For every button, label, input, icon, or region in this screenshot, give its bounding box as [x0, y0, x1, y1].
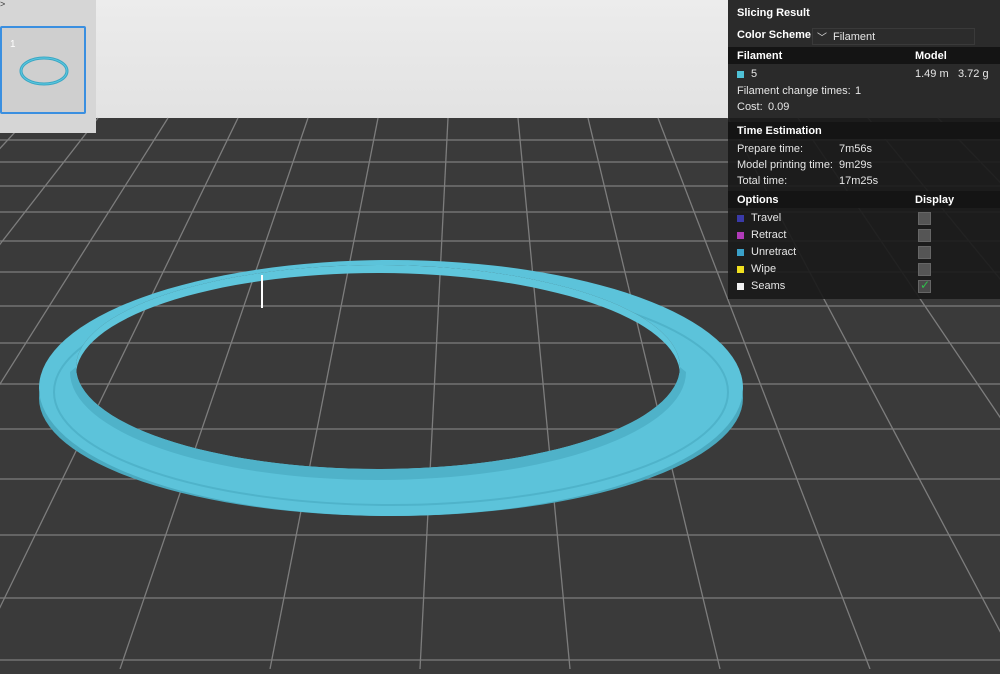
- option-row-wipe: Wipe: [728, 261, 1000, 278]
- travel-color-swatch: [737, 215, 744, 222]
- option-label-retract: Retract: [751, 229, 787, 241]
- unretract-display-checkbox[interactable]: [918, 246, 931, 259]
- cost-label: Cost:: [737, 101, 763, 113]
- checkmark-icon: ✓: [920, 278, 931, 292]
- filament-change-row: Filament change times: 1: [728, 83, 1000, 100]
- time-estimation-header-row: Time Estimation: [728, 122, 1000, 139]
- color-scheme-select[interactable]: ﹀ Filament: [812, 28, 975, 45]
- seams-display-checkbox[interactable]: ✓: [918, 278, 931, 293]
- option-row-unretract: Unretract: [728, 244, 1000, 261]
- time-estimation-header: Time Estimation: [737, 125, 822, 137]
- color-scheme-value: Filament: [833, 31, 876, 43]
- seams-color-swatch: [737, 283, 744, 290]
- color-scheme-label: Color Scheme: [737, 29, 811, 41]
- model-header: Model: [915, 50, 947, 62]
- option-label-unretract: Unretract: [751, 246, 797, 258]
- options-header-row: Options Display: [728, 191, 1000, 208]
- option-row-travel: Travel: [728, 210, 1000, 227]
- option-label-wipe: Wipe: [751, 263, 777, 275]
- wipe-display-checkbox[interactable]: [918, 263, 931, 276]
- filament-header-row: Filament Model: [728, 47, 1000, 64]
- plate-number: 1: [10, 39, 16, 50]
- wipe-color-swatch: [737, 266, 744, 273]
- chevron-down-icon: ﹀: [817, 33, 827, 44]
- filament-change-label: Filament change times:: [737, 85, 851, 97]
- slicing-result-panel: Slicing Result Color Scheme ﹀ Filament F…: [728, 0, 1000, 299]
- prepare-time-value: 7m56s: [839, 143, 873, 155]
- filament-change-value: 1: [855, 85, 862, 97]
- total-time-value: 17m25s: [839, 175, 879, 187]
- panel-title-row: Slicing Result: [728, 4, 1000, 21]
- option-label-seams: Seams: [751, 280, 786, 292]
- prepare-time-label: Prepare time:: [737, 143, 804, 155]
- filament-length: 1.49 m: [915, 68, 949, 80]
- option-label-travel: Travel: [751, 212, 782, 224]
- total-time-row: Total time: 17m25s: [728, 173, 1000, 190]
- filament-header: Filament: [737, 50, 783, 62]
- filament-weight: 3.72 g: [958, 68, 989, 80]
- display-header: Display: [915, 194, 955, 206]
- prepare-time-row: Prepare time: 7m56s: [728, 141, 1000, 158]
- collapse-arrow-icon[interactable]: >: [0, 0, 8, 9]
- total-time-label: Total time:: [737, 175, 788, 187]
- filament-color-swatch: [737, 71, 744, 78]
- unretract-color-swatch: [737, 249, 744, 256]
- cost-value: 0.09: [768, 101, 790, 113]
- plate-thumbnail-ring-icon: [19, 56, 69, 86]
- panel-title: Slicing Result: [737, 7, 810, 19]
- model-printing-time-label: Model printing time:: [737, 159, 833, 171]
- option-row-retract: Retract: [728, 227, 1000, 244]
- filament-row: 5 1.49 m 3.72 g: [728, 66, 1000, 83]
- option-row-seams: Seams ✓: [728, 278, 1000, 295]
- cost-row: Cost: 0.09: [728, 99, 1000, 116]
- retract-display-checkbox[interactable]: [918, 229, 931, 242]
- filament-name: 5: [751, 68, 758, 80]
- model-printing-time-row: Model printing time: 9m29s: [728, 157, 1000, 174]
- retract-color-swatch: [737, 232, 744, 239]
- options-header: Options: [737, 194, 779, 206]
- model-printing-time-value: 9m29s: [839, 159, 873, 171]
- travel-display-checkbox[interactable]: [918, 212, 931, 225]
